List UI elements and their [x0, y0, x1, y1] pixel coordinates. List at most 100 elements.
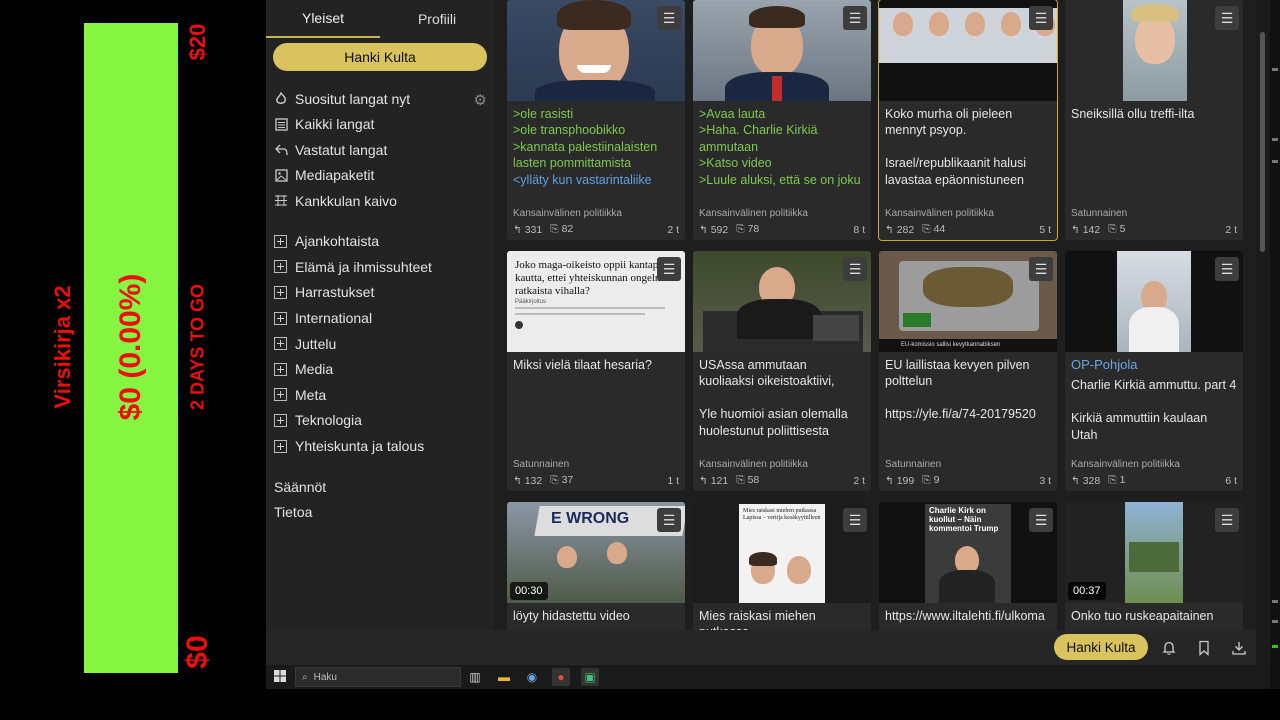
thread-text: Sneiksillä ollu treffi-ilta — [1071, 107, 1195, 121]
thread-stats: ↰ 199 ⎘ 9 3 t — [885, 474, 1051, 487]
thread-age: 1 t — [667, 474, 679, 487]
image-count: ⎘ 44 — [922, 223, 946, 235]
thread-text: OP-Pohjola Charlie Kirkiä ammuttu. part 4… — [1071, 357, 1237, 442]
menu-icon[interactable]: ☰ — [1029, 508, 1053, 532]
menu-icon[interactable]: ☰ — [843, 508, 867, 532]
tab-general[interactable]: Yleiset — [266, 0, 380, 38]
thread-card-selected[interactable]: ☰ Koko murha oli pieleen mennyt psyop. I… — [878, 0, 1058, 241]
get-gold-button[interactable]: Hanki Kulta — [273, 43, 487, 71]
sidebar-item-kankkulan-kaivo[interactable]: Kankkulan kaivo — [266, 188, 494, 214]
reply-count: ↰ 199 — [885, 474, 915, 487]
category-item[interactable]: Yhteiskunta ja talous — [266, 433, 494, 459]
menu-icon[interactable]: ☰ — [657, 257, 681, 281]
category-item[interactable]: Harrastukset — [266, 280, 494, 306]
chrome-icon[interactable]: ● — [552, 668, 570, 686]
thread-stats: ↰ 328 ⎘ 1 6 t — [1071, 474, 1237, 487]
scrollbar[interactable] — [1256, 0, 1270, 665]
sidebar-item-label: Kankkulan kaivo — [295, 192, 397, 209]
thread-card[interactable]: 00:37 ☰ Onko tuo ruskeapaitainen — [1065, 502, 1243, 630]
media-icon — [274, 168, 288, 182]
menu-icon[interactable]: ☰ — [1029, 6, 1053, 30]
thread-card[interactable]: ☰ USAssa ammutaan kuoliaaksi oikeistoakt… — [693, 251, 871, 491]
category-item[interactable]: International — [266, 305, 494, 331]
thread-text: https://www.iltalehti.fi/ulkoma — [885, 609, 1045, 623]
image-count: ⎘ 5 — [1108, 223, 1126, 235]
about-link[interactable]: Tietoa — [266, 499, 494, 525]
thread-card[interactable]: ☰ >Avaa lauta >Haha. Charlie Kirkiä ammut… — [693, 0, 871, 240]
reply-count: ↰ 592 — [699, 223, 729, 236]
category-item[interactable]: Teknologia — [266, 408, 494, 434]
image-count: ⎘ 82 — [550, 223, 574, 235]
bookmark-icon[interactable] — [1194, 638, 1214, 658]
bottom-toolbar: Hanki Kulta — [266, 630, 1270, 665]
menu-icon[interactable]: ☰ — [1215, 6, 1239, 30]
taskbar-search[interactable]: ⌕ Haku — [295, 667, 461, 687]
image-count: ⎘ 1 — [1108, 474, 1126, 486]
thread-text: USAssa ammutaan kuoliaaksi oikeistoaktii… — [699, 358, 848, 438]
thread-card[interactable]: E WRONG 00:30 ☰ löyty hidastettu video — [507, 502, 685, 630]
thread-age: 2 t — [1225, 223, 1237, 236]
thread-card[interactable]: ☰ Sneiksillä ollu treffi-ilta Satunnaine… — [1065, 0, 1243, 240]
gear-icon[interactable]: ⚙ — [474, 91, 487, 109]
thread-category: Satunnainen — [885, 459, 942, 470]
sidebar-item-popular[interactable]: Suositut langat nyt ⚙ — [266, 86, 494, 112]
reply-count: ↰ 282 — [885, 223, 915, 236]
category-item[interactable]: Ajankohtaista — [266, 229, 494, 255]
sidebar-item-label: Suositut langat nyt — [295, 90, 411, 107]
thread-card[interactable]: Charlie Kirk on kuollut – Näin kommentoi… — [879, 502, 1057, 630]
image-count: ⎘ 37 — [550, 474, 574, 486]
thread-card[interactable]: Mies raiskasi miehen putkassa Lapissa – … — [693, 502, 871, 630]
bell-icon[interactable] — [1159, 638, 1179, 658]
tab-profile[interactable]: Profiili — [380, 0, 494, 38]
steam-icon[interactable]: ◉ — [523, 668, 541, 686]
goal-amount: $0 (0.00%) — [114, 273, 147, 421]
file-explorer-icon[interactable]: ▬ — [495, 668, 513, 686]
task-view-icon[interactable]: ▥ — [466, 668, 484, 686]
get-gold-button[interactable]: Hanki Kulta — [1054, 634, 1148, 660]
goal-min-label: $0 — [181, 635, 214, 669]
sidebar-item-media-packs[interactable]: Mediapaketit — [266, 163, 494, 189]
rules-link[interactable]: Säännöt — [266, 474, 494, 500]
thread-stats: ↰ 142 ⎘ 5 2 t — [1071, 223, 1237, 236]
menu-icon[interactable]: ☰ — [843, 6, 867, 30]
thread-card[interactable]: Joko maga-oikeisto oppii kantapään kautt… — [507, 251, 685, 491]
menu-icon[interactable]: ☰ — [657, 508, 681, 532]
sidebar-item-label: Kaikki langat — [295, 116, 375, 133]
trending-icon — [274, 91, 288, 106]
image-count: ⎘ 58 — [736, 474, 760, 486]
menu-icon[interactable]: ☰ — [843, 257, 867, 281]
sidebar: Yleiset Profiili Hanki Kulta Suositut la… — [266, 0, 494, 630]
sidebar-footer: Säännöt Tietoa — [266, 474, 494, 525]
menu-icon[interactable]: ☰ — [1215, 508, 1239, 532]
download-icon[interactable] — [1229, 638, 1249, 658]
reply-count: ↰ 132 — [513, 474, 543, 487]
category-label: Elämä ja ihmissuhteet — [295, 258, 432, 275]
thread-category: Kansainvälinen politiikka — [1071, 459, 1180, 470]
expand-plus-icon — [274, 285, 287, 299]
reply-icon — [274, 143, 288, 157]
thread-card[interactable]: ☰ >ole rasisti >ole transphoobikko >kannat… — [507, 0, 685, 240]
category-item[interactable]: Meta — [266, 382, 494, 408]
windows-start-icon[interactable] — [274, 670, 287, 683]
thread-card[interactable]: EU-komissio sallisi kevytkannabiksen ☰ E… — [879, 251, 1057, 491]
category-item[interactable]: Juttelu — [266, 331, 494, 357]
menu-icon[interactable]: ☰ — [1029, 257, 1053, 281]
scrollbar-thumb[interactable] — [1260, 32, 1265, 252]
thread-text: Mies raiskasi miehen putkassa — [699, 609, 816, 630]
category-item[interactable]: Elämä ja ihmissuhteet — [266, 254, 494, 280]
thread-category: Kansainvälinen politiikka — [699, 459, 808, 470]
sidebar-item-replied-threads[interactable]: Vastatut langat — [266, 137, 494, 163]
app-icon[interactable]: ▣ — [581, 668, 599, 686]
thread-text: Koko murha oli pieleen mennyt psyop. Isr… — [885, 107, 1027, 187]
menu-icon[interactable]: ☰ — [1215, 257, 1239, 281]
category-label: Teknologia — [295, 412, 362, 429]
sidebar-item-all-threads[interactable]: Kaikki langat — [266, 112, 494, 138]
thread-stats: ↰ 282 ⎘ 44 5 t — [885, 223, 1051, 236]
thread-category: Kansainvälinen politiikka — [513, 208, 622, 219]
thread-card[interactable]: ☰ OP-Pohjola Charlie Kirkiä ammuttu. part… — [1065, 251, 1243, 491]
goal-deadline: 2 DAYS TO GO — [187, 283, 208, 411]
reply-count: ↰ 121 — [699, 474, 729, 487]
category-item[interactable]: Media — [266, 356, 494, 382]
menu-icon[interactable]: ☰ — [657, 6, 681, 30]
category-label: Ajankohtaista — [295, 233, 380, 250]
